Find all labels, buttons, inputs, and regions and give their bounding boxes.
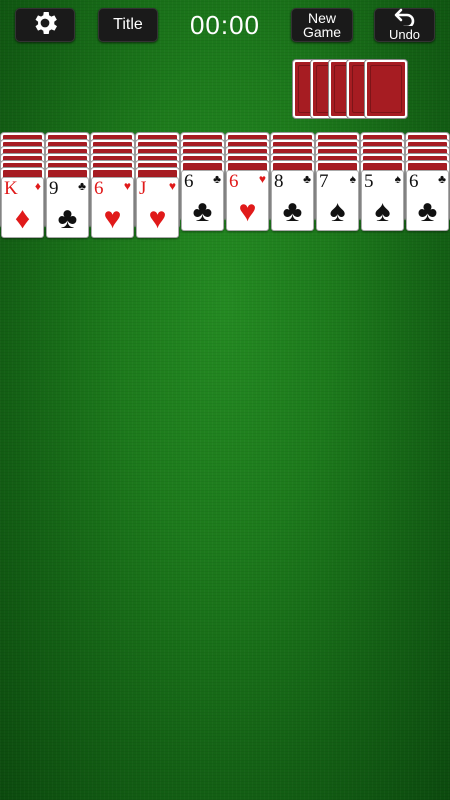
card-suit-large: ♥ xyxy=(103,202,122,235)
card-suit-small: ♦ xyxy=(34,179,41,193)
card-suit-small: ♥ xyxy=(123,179,131,193)
card-rank: 5 xyxy=(364,171,374,192)
face-up-card[interactable]: 8 ♣ ♣ xyxy=(271,170,314,231)
undo-button[interactable]: Undo xyxy=(374,8,435,42)
settings-button[interactable] xyxy=(15,8,75,42)
card-rank: 6 xyxy=(409,171,419,192)
face-up-card[interactable]: J ♥ ♥ xyxy=(136,177,179,238)
stock-pile[interactable] xyxy=(293,60,413,120)
title-button-label: Title xyxy=(113,16,143,33)
card-suit-small: ♣ xyxy=(213,172,221,186)
face-up-card[interactable]: K ♦ ♦ xyxy=(1,177,44,238)
card-suit-large: ♣ xyxy=(417,195,438,228)
stock-card-back[interactable] xyxy=(365,60,407,118)
new-game-label-line1: New xyxy=(307,10,336,26)
gear-icon xyxy=(30,8,60,43)
game-timer: 00:00 xyxy=(189,9,261,40)
face-up-card[interactable]: 5 ♠ ♠ xyxy=(361,170,404,231)
undo-arrow-icon xyxy=(393,8,417,29)
card-suit-large: ♣ xyxy=(282,195,303,228)
card-rank: 6 xyxy=(229,171,239,192)
card-rank: K xyxy=(4,178,18,199)
card-rank: 6 xyxy=(184,171,194,192)
card-suit-small: ♣ xyxy=(303,172,311,186)
card-suit-small: ♠ xyxy=(394,172,401,186)
new-game-button[interactable]: New Game xyxy=(291,8,353,42)
undo-label: Undo xyxy=(388,27,421,42)
card-rank: 9 xyxy=(49,178,59,199)
new-game-label-line2: Game xyxy=(302,24,342,40)
card-suit-small: ♣ xyxy=(438,172,446,186)
card-suit-small: ♠ xyxy=(349,172,356,186)
card-suit-large: ♠ xyxy=(329,195,346,228)
card-rank: J xyxy=(139,178,147,199)
card-suit-large: ♦ xyxy=(14,202,31,235)
card-rank: 7 xyxy=(319,171,329,192)
card-suit-large: ♥ xyxy=(238,195,257,228)
face-up-card[interactable]: 9 ♣ ♣ xyxy=(46,177,89,238)
face-up-card[interactable]: 6 ♥ ♥ xyxy=(226,170,269,231)
face-up-card[interactable]: 6 ♣ ♣ xyxy=(181,170,224,231)
card-rank: 6 xyxy=(94,178,104,199)
face-up-card[interactable]: 6 ♥ ♥ xyxy=(91,177,134,238)
face-up-card[interactable]: 6 ♣ ♣ xyxy=(406,170,449,231)
title-button[interactable]: Title xyxy=(98,8,158,42)
card-suit-small: ♥ xyxy=(168,179,176,193)
card-rank: 8 xyxy=(274,171,284,192)
card-suit-large: ♣ xyxy=(192,195,213,228)
card-suit-large: ♥ xyxy=(148,202,167,235)
card-suit-small: ♣ xyxy=(78,179,86,193)
face-up-card[interactable]: 7 ♠ ♠ xyxy=(316,170,359,231)
felt-texture xyxy=(0,0,450,800)
card-suit-large: ♣ xyxy=(57,202,78,235)
card-suit-small: ♥ xyxy=(258,172,266,186)
card-suit-large: ♠ xyxy=(374,195,391,228)
